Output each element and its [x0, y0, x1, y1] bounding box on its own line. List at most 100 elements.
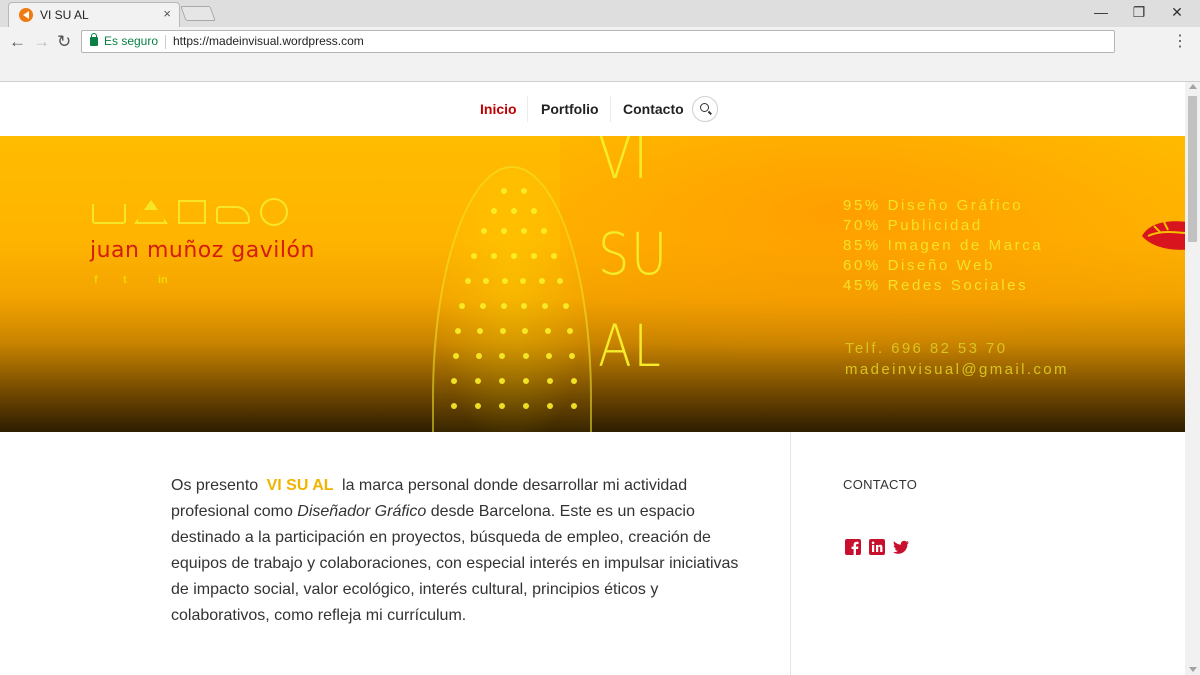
phone-number: Telf. 696 82 53 70 — [845, 340, 1008, 357]
facebook-icon[interactable]: f — [94, 274, 98, 286]
intro-text: Os presento — [171, 477, 259, 494]
visual-word-vi: VI — [598, 136, 650, 192]
iron-steam-dot — [491, 253, 497, 259]
linkedin-icon[interactable]: in — [158, 274, 168, 286]
intro-emphasis: Diseñador Gráfico — [297, 503, 427, 520]
iron-steam-dot — [455, 328, 461, 334]
iron-steam-dot — [479, 303, 486, 309]
site-navigation: Inicio Portfolio Contacto — [0, 82, 1185, 136]
iron-steam-dot — [541, 228, 547, 234]
iron-steam-dot — [557, 278, 563, 284]
iron-steam-dot — [563, 303, 569, 309]
intro-brand: VI SU AL — [266, 477, 334, 494]
back-button[interactable]: ← — [9, 32, 26, 52]
browser-tab[interactable]: VI SU AL × — [8, 2, 180, 27]
close-window-button[interactable]: ✕ — [1162, 4, 1192, 21]
new-tab-button[interactable] — [180, 6, 216, 21]
iron-steam-dot — [501, 278, 508, 284]
brand-name: juan muñoz gavilón — [90, 238, 315, 263]
iron-steam-dot — [521, 188, 527, 194]
sidebar-divider — [790, 432, 791, 675]
twitter-icon[interactable] — [893, 539, 909, 555]
iron-steam-dot — [499, 378, 505, 384]
iron-dots — [434, 168, 594, 432]
scrollbar-thumb[interactable] — [1188, 96, 1197, 242]
triangle-inner — [138, 210, 164, 222]
iron-steam-dot — [523, 378, 529, 384]
iron-steam-dot — [481, 228, 487, 234]
iron-steam-dot — [571, 378, 577, 384]
iron-steam-dot — [451, 403, 457, 409]
iron-steam-dot — [453, 353, 459, 359]
tab-title: VI SU AL — [40, 8, 89, 22]
reload-button[interactable]: ↻ — [57, 32, 71, 52]
iron-steam-dot — [465, 278, 471, 284]
skill-item: 45% Redes Sociales — [843, 277, 1029, 294]
iron-graphic — [432, 166, 592, 432]
skill-item: 85% Imagen de Marca — [843, 237, 1044, 254]
iron-steam-dot — [542, 303, 549, 309]
forward-button[interactable]: → — [33, 32, 50, 52]
iron-steam-dot — [547, 378, 553, 384]
iron-steam-dot — [547, 403, 553, 409]
sidebar-widget-title: CONTACTO — [843, 477, 918, 492]
iron-steam-dot — [551, 253, 557, 259]
tab-close-icon[interactable]: × — [163, 6, 171, 21]
twitter-icon[interactable]: t — [123, 274, 127, 286]
web-page: Inicio Portfolio Contacto juan muñoz gav… — [0, 82, 1185, 675]
iron-steam-dot — [520, 278, 527, 284]
square-shape-icon — [178, 200, 206, 224]
iron-steam-dot — [500, 303, 507, 309]
scroll-up-arrow-icon[interactable] — [1189, 84, 1197, 89]
iron-steam-dot — [511, 253, 517, 259]
nav-item-inicio[interactable]: Inicio — [480, 101, 517, 117]
iron-shape-icon — [216, 206, 250, 224]
skill-item: 95% Diseño Gráfico — [843, 197, 1024, 214]
iron-steam-dot — [476, 353, 483, 359]
browser-toolbar: ← → ↻ Es seguro https://madeinvisual.wor… — [0, 27, 1200, 58]
skill-item: 70% Publicidad — [843, 217, 983, 234]
iron-steam-dot — [521, 228, 527, 234]
browser-menu-icon[interactable]: ⋮ — [1172, 31, 1188, 51]
secure-label: Es seguro — [104, 34, 159, 48]
iron-steam-dot — [523, 403, 529, 409]
iron-steam-dot — [569, 353, 575, 359]
skills-list: 95% Diseño Gráfico 70% Publicidad 85% Im… — [843, 196, 1043, 296]
iron-steam-dot — [522, 328, 529, 334]
facebook-icon[interactable] — [845, 539, 861, 555]
nav-item-portfolio[interactable]: Portfolio — [541, 101, 599, 117]
iron-steam-dot — [483, 278, 490, 284]
hero-contact-info: Telf. 696 82 53 70 madeinvisual@gmail.co… — [845, 338, 1069, 380]
site-favicon-icon — [19, 8, 33, 22]
browser-tab-bar: VI SU AL × — ❐ ✕ — [0, 0, 1200, 27]
nav-item-contacto[interactable]: Contacto — [623, 101, 684, 117]
iron-steam-dot — [471, 253, 477, 259]
iron-steam-dot — [475, 403, 481, 409]
email-address[interactable]: madeinvisual@gmail.com — [845, 359, 1069, 380]
page-scrollbar[interactable] — [1185, 82, 1200, 675]
intro-text: desde Barcelona. Este es un espacio dest… — [171, 503, 739, 624]
scroll-down-arrow-icon[interactable] — [1189, 667, 1197, 672]
maximize-button[interactable]: ❐ — [1124, 4, 1154, 21]
lock-icon — [90, 33, 98, 46]
nav-divider — [527, 96, 528, 122]
visual-word-al: AL — [598, 312, 663, 380]
iron-steam-dot — [499, 328, 506, 334]
url-text[interactable]: https://madeinvisual.wordpress.com — [173, 34, 364, 48]
address-bar[interactable]: Es seguro https://madeinvisual.wordpress… — [81, 30, 1115, 53]
hero-banner: juan muñoz gavilón f t in VI SU AL 95% D… — [0, 136, 1185, 432]
iron-steam-dot — [451, 378, 457, 384]
search-icon[interactable] — [692, 96, 718, 122]
iron-steam-dot — [571, 403, 577, 409]
iron-steam-dot — [501, 188, 507, 194]
iron-steam-dot — [545, 353, 552, 359]
iron-steam-dot — [499, 403, 505, 409]
washtub-shape-icon — [92, 204, 126, 224]
minimize-button[interactable]: — — [1086, 4, 1116, 20]
linkedin-icon[interactable] — [869, 539, 885, 555]
intro-paragraph: Os presento VI SU AL la marca personal d… — [171, 473, 751, 629]
iron-steam-dot — [501, 228, 507, 234]
visual-word-su: SU — [598, 220, 669, 288]
iron-steam-dot — [544, 328, 551, 334]
iron-steam-dot — [531, 208, 537, 214]
